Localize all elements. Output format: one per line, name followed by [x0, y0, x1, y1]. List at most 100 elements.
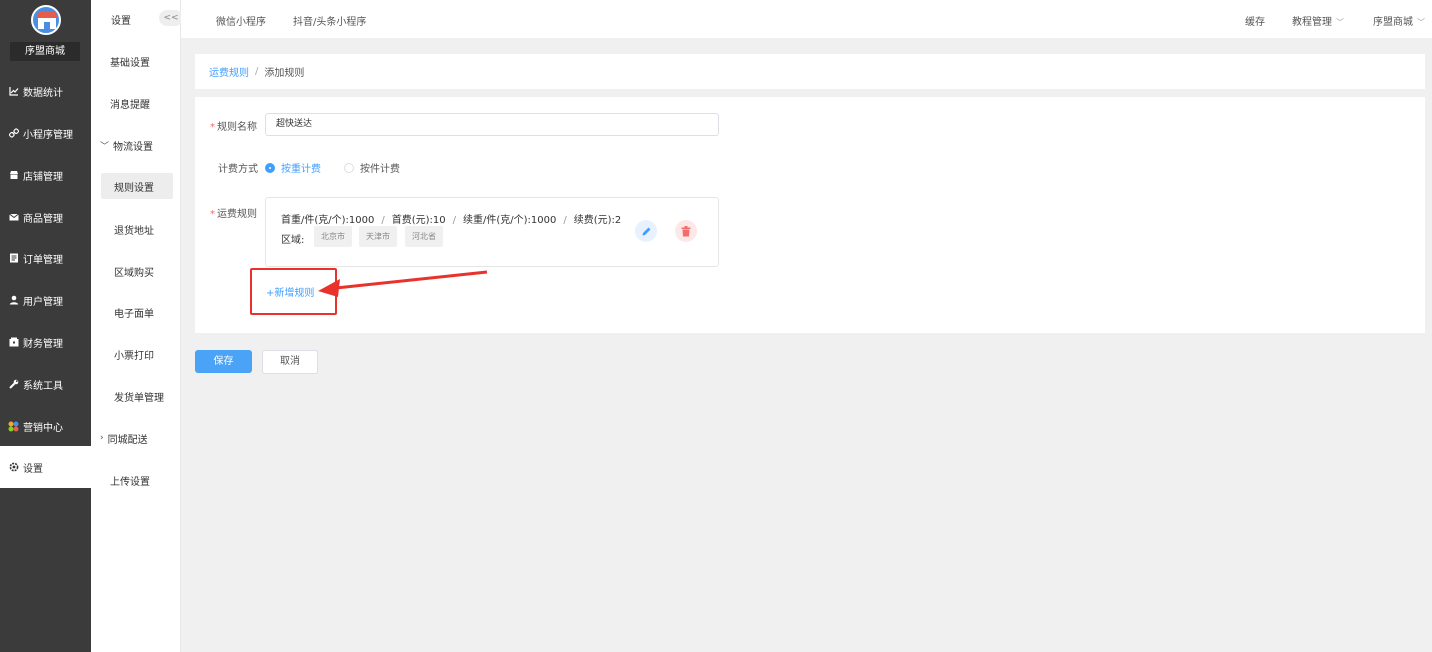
sidebar-item-label: 订单管理 [23, 254, 63, 266]
tutorial-dropdown[interactable]: 教程管理 ﹀ [1292, 13, 1344, 28]
sidebar-item-store[interactable]: 店铺管理 [0, 154, 91, 196]
link-icon [8, 128, 19, 139]
region-tag: 河北省 [405, 226, 443, 247]
required-mark: * [210, 122, 215, 133]
sidebar-item-users[interactable]: 用户管理 [0, 279, 91, 321]
submenu-group-same-city[interactable]: › 同城配送 [91, 425, 181, 451]
radio-label: 按重计费 [281, 164, 321, 175]
breadcrumb-separator: / [255, 66, 259, 77]
chevron-down-icon: ﹀ [1336, 18, 1344, 27]
store-logo-icon [36, 12, 58, 29]
shop-label: 序盟商城 [1373, 17, 1413, 28]
tab-douyin-miniprogram[interactable]: 抖音/头条小程序 [293, 13, 366, 28]
rule-form-panel: * 规则名称 超快送达 计费方式 按重计费 按件计费 * 运费规则 首重/件(克/个… [195, 97, 1425, 333]
sidebar-item-label: 系统工具 [23, 380, 63, 392]
region-tag: 北京市 [314, 226, 352, 247]
chevron-right-icon: › [100, 433, 104, 443]
pencil-icon [642, 227, 650, 235]
breadcrumb: 运费规则 / 添加规则 [195, 54, 1425, 89]
submenu-group-label: 物流设置 [113, 141, 154, 153]
sidebar-item-miniprogram[interactable]: 小程序管理 [0, 112, 91, 154]
collapse-button[interactable]: << [159, 10, 183, 26]
tab-wechat-miniprogram[interactable]: 微信小程序 [216, 13, 266, 28]
sidebar-item-label: 数据统计 [23, 87, 63, 99]
sidebar-item-label: 财务管理 [23, 338, 63, 350]
first-fee-text: 首费(元):10 [391, 215, 446, 226]
sidebar-item-label: 设置 [23, 463, 43, 475]
top-bar: 微信小程序 抖音/头条小程序 缓存 教程管理 ﹀ 序盟商城 ﹀ [181, 0, 1432, 38]
cache-button[interactable]: 缓存 [1245, 13, 1265, 28]
store-icon [8, 170, 19, 181]
radio-checked-icon [265, 162, 275, 173]
billing-option-by-weight[interactable]: 按重计费 [265, 160, 321, 175]
marketing-icon [8, 421, 19, 432]
region-tag: 天津市 [359, 226, 397, 247]
sidebar-item-label: 用户管理 [23, 296, 63, 308]
annotation-highlight-box [250, 268, 337, 315]
shop-dropdown[interactable]: 序盟商城 ﹀ [1373, 13, 1425, 28]
submenu-item-region-purchase[interactable]: 区域购买 [91, 258, 181, 284]
delete-rule-button[interactable] [675, 220, 697, 242]
settings-submenu: 设置 << 基础设置 消息提醒 ﹀ 物流设置 规则设置 退货地址 区域购买 电子… [91, 0, 183, 652]
wallet-icon [8, 337, 19, 348]
rule-card: 首重/件(克/个):1000 / 首费(元):10 / 续重/件(克/个):1000 / 续… [265, 197, 719, 267]
sidebar-item-label: 店铺管理 [23, 171, 63, 183]
gear-icon [8, 462, 19, 473]
save-button[interactable]: 保存 [195, 350, 252, 373]
separator: / [563, 215, 567, 226]
name-label-text: 规则名称 [217, 122, 257, 133]
mail-icon [8, 212, 19, 223]
sidebar-item-label: 营销中心 [23, 422, 63, 434]
sidebar-item-finance[interactable]: 财务管理 [0, 321, 91, 363]
sidebar-item-orders[interactable]: 订单管理 [0, 237, 91, 279]
sidebar-item-label: 商品管理 [23, 213, 63, 225]
sidebar-item-settings[interactable]: 设置 [0, 446, 91, 488]
sidebar-item-data-stats[interactable]: 数据统计 [0, 70, 91, 112]
rules-field-label: * 运费规则 [210, 205, 257, 220]
user-icon [8, 295, 19, 306]
submenu-item-upload[interactable]: 上传设置 [91, 467, 181, 493]
submenu-title: 设置 [111, 16, 131, 27]
extra-fee-text: 续费(元):2 [573, 215, 622, 226]
breadcrumb-current: 添加规则 [264, 68, 305, 79]
breadcrumb-parent-link[interactable]: 运费规则 [209, 64, 249, 79]
submenu-item-receipt-print[interactable]: 小票打印 [91, 341, 181, 367]
submenu-item-notify[interactable]: 消息提醒 [91, 90, 181, 116]
sidebar-item-label: 小程序管理 [23, 129, 73, 141]
required-mark: * [210, 209, 215, 220]
submenu-group-label: 同城配送 [107, 434, 148, 446]
submenu-item-e-waybill[interactable]: 电子面单 [91, 299, 181, 325]
edit-rule-button[interactable] [635, 220, 657, 242]
first-weight-text: 首重/件(克/个):1000 [281, 215, 375, 226]
region-label: 区域: [281, 235, 305, 246]
rule-name-input[interactable]: 超快送达 [265, 113, 719, 136]
chevron-down-icon: ﹀ [100, 141, 110, 152]
submenu-item-rules[interactable]: 规则设置 [101, 173, 173, 199]
chevron-down-icon: ﹀ [1417, 18, 1425, 27]
separator: / [381, 215, 385, 226]
extra-weight-text: 续重/件(克/个):1000 [463, 215, 557, 226]
name-field-label: * 规则名称 [210, 118, 257, 133]
submenu-item-basic[interactable]: 基础设置 [91, 48, 181, 74]
separator: / [452, 215, 457, 226]
chart-line-icon [8, 86, 19, 97]
submenu-group-logistics[interactable]: ﹀ 物流设置 [91, 132, 181, 158]
sidebar-item-marketing[interactable]: 营销中心 [0, 405, 91, 447]
rules-label-text: 运费规则 [217, 209, 257, 220]
sidebar-item-system-tools[interactable]: 系统工具 [0, 363, 91, 405]
submenu-item-shipping-list[interactable]: 发货单管理 [91, 383, 181, 409]
tutorial-label: 教程管理 [1292, 17, 1332, 28]
billing-label: 计费方式 [218, 164, 258, 175]
billing-option-by-piece[interactable]: 按件计费 [344, 160, 400, 175]
trash-icon [681, 225, 691, 236]
shop-logo[interactable] [31, 5, 61, 35]
main-sidebar: 序盟商城 数据统计 小程序管理 店铺管理 商品管理 订单管理 用户管理 财务管理… [0, 0, 91, 652]
shop-name-badge[interactable]: 序盟商城 [10, 42, 80, 61]
wrench-icon [8, 379, 19, 390]
submenu-item-return-address[interactable]: 退货地址 [91, 216, 181, 242]
sidebar-item-goods[interactable]: 商品管理 [0, 196, 91, 238]
cancel-button[interactable]: 取消 [262, 350, 318, 374]
radio-label: 按件计费 [360, 164, 400, 175]
order-icon [8, 253, 19, 264]
rule-summary: 首重/件(克/个):1000 / 首费(元):10 / 续重/件(克/个):1000 / 续… [281, 211, 621, 226]
